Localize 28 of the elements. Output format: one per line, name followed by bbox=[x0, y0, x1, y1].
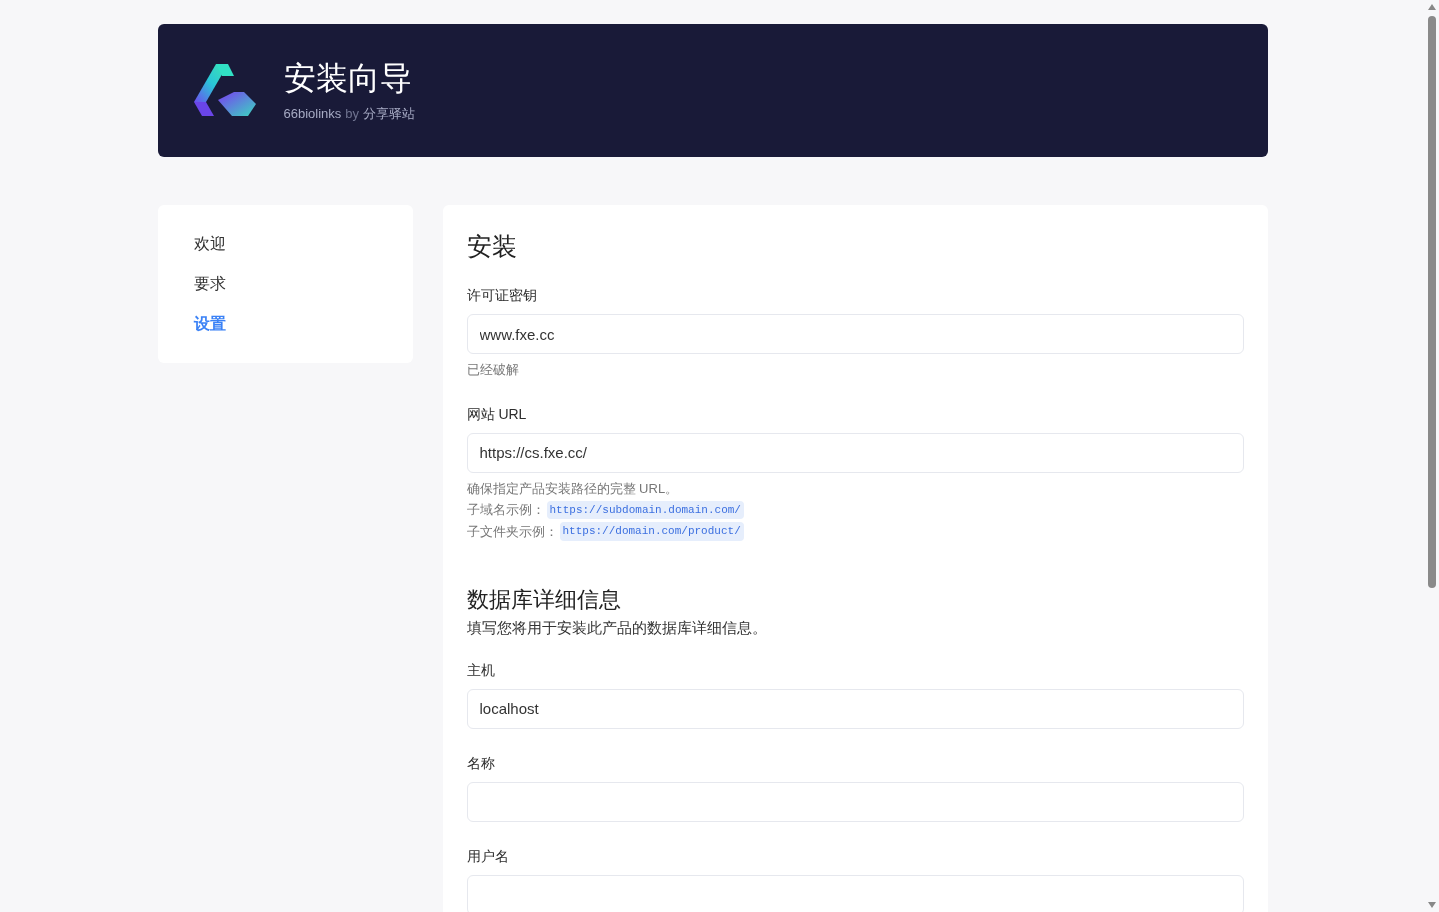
field-label: 许可证密钥 bbox=[466, 286, 537, 305]
input-field[interactable]: localhost bbox=[466, 688, 1244, 729]
sidebar-item[interactable]: 要求 bbox=[193, 271, 226, 297]
by-text: by bbox=[345, 104, 360, 123]
help-text: 确保指定产品安装路径的完整 URL。 bbox=[466, 479, 679, 498]
section-title: 数据库详细信息 bbox=[466, 586, 621, 614]
wizard-title: 安装向导 bbox=[283, 58, 413, 98]
example-label: 子域名示例： bbox=[466, 501, 545, 519]
input-field[interactable]: www.fxe.cc bbox=[466, 314, 1244, 354]
input-field[interactable]: https://cs.fxe.cc/ bbox=[466, 432, 1244, 473]
field-label: 名称 bbox=[466, 753, 495, 773]
sidebar-item[interactable]: 设置 bbox=[193, 311, 226, 337]
field-label: 网站 URL bbox=[466, 404, 527, 424]
product-name: 66biolinks bbox=[283, 104, 342, 123]
author-name: 分享驿站 bbox=[363, 104, 416, 123]
field-label: 主机 bbox=[466, 660, 495, 680]
scroll-up-icon[interactable] bbox=[1428, 4, 1436, 10]
example-url: https://subdomain.domain.com/ bbox=[546, 500, 744, 519]
field-label: 用户名 bbox=[466, 846, 509, 866]
example-label: 子文件夹示例： bbox=[466, 522, 558, 541]
section-description: 填写您将用于安装此产品的数据库详细信息。 bbox=[466, 618, 767, 638]
example-url: https://domain.com/product/ bbox=[559, 522, 744, 541]
scrollbar-thumb[interactable] bbox=[1428, 16, 1436, 588]
sidebar-item[interactable]: 欢迎 bbox=[193, 231, 226, 257]
scroll-down-icon[interactable] bbox=[1428, 902, 1436, 908]
section-title: 安装 bbox=[466, 231, 517, 261]
help-text: 已经破解 bbox=[466, 361, 519, 379]
logo-icon bbox=[193, 63, 256, 118]
